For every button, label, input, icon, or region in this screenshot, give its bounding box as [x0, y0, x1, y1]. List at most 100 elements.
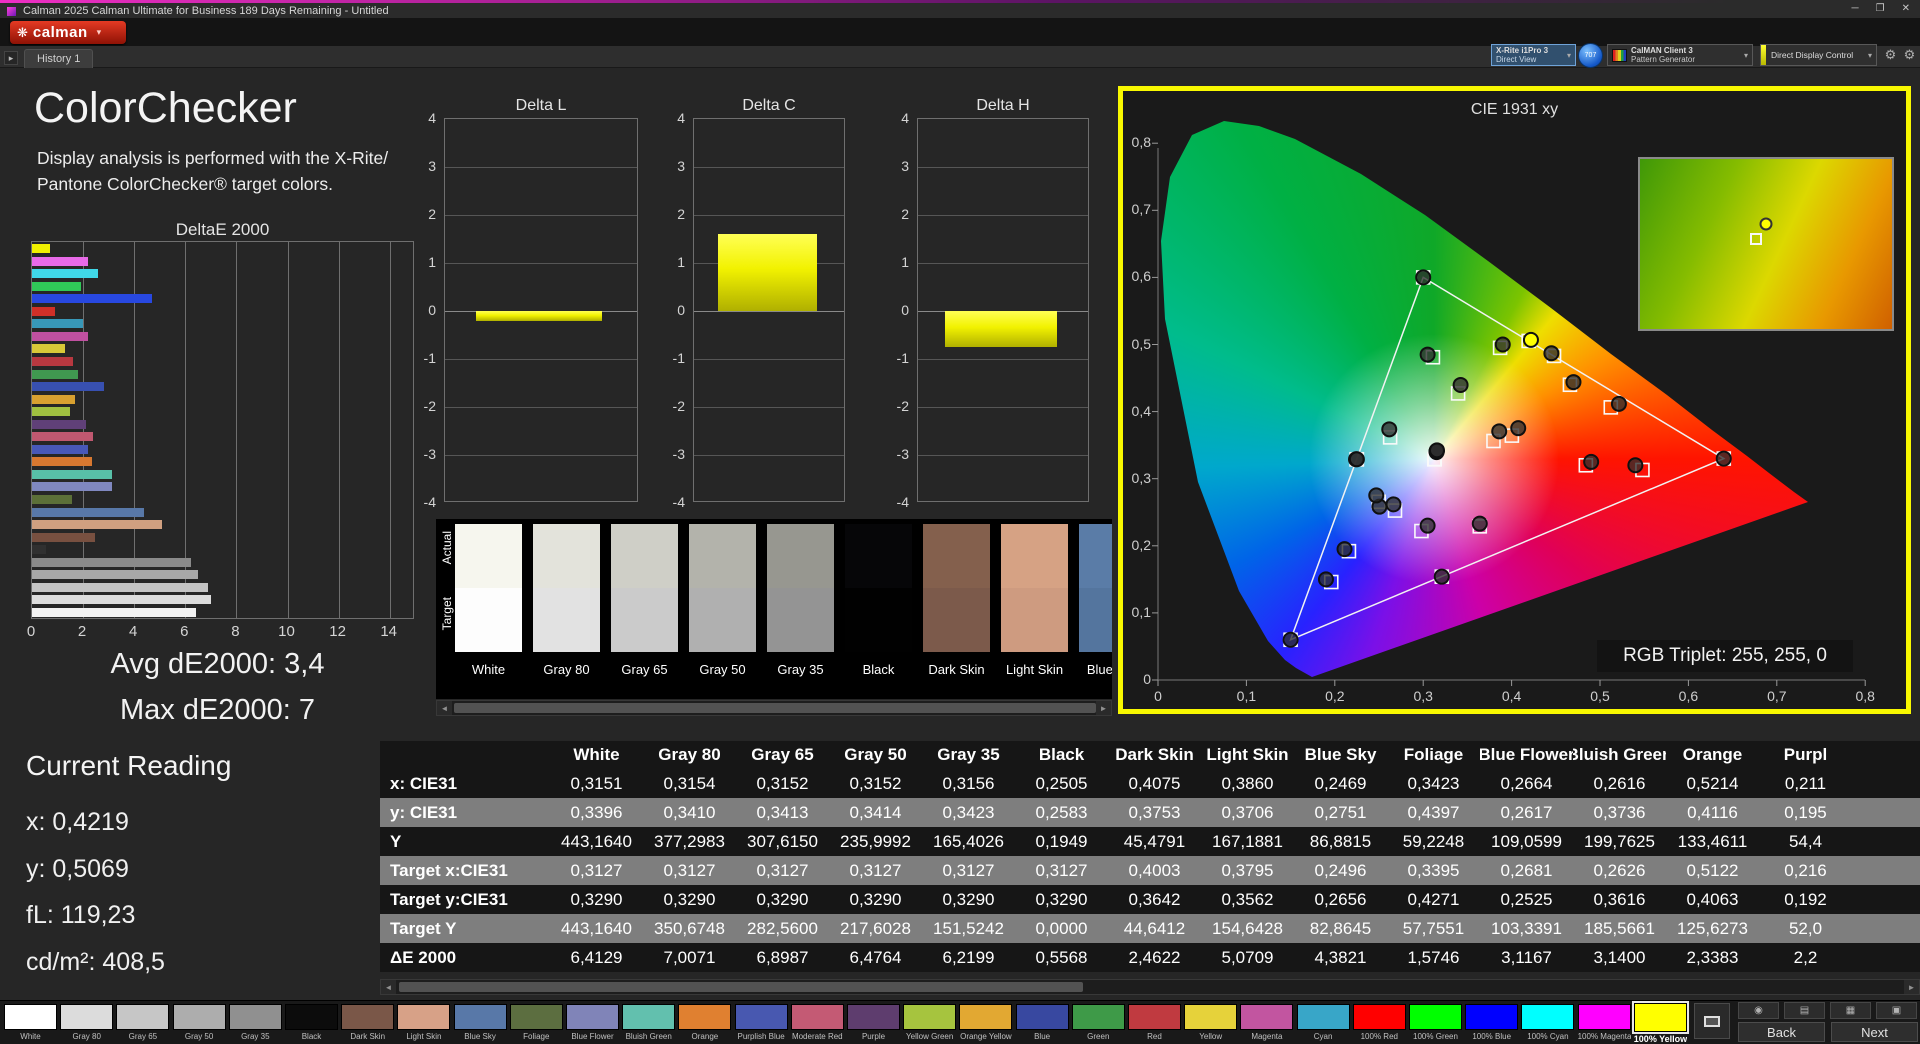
table-cell: 0,4003	[1128, 860, 1181, 880]
palette-swatch[interactable]: White	[4, 1003, 57, 1044]
deltae-x-axis-labels: 0 2 4 6 8 10 12 14	[27, 623, 414, 640]
palette-swatch[interactable]: Purplish Blue	[734, 1003, 788, 1044]
meter-status-icon[interactable]: 707	[1578, 43, 1603, 68]
display-control-select[interactable]: Direct Display Control ▾	[1760, 44, 1877, 66]
palette-swatch[interactable]: Purple	[847, 1003, 900, 1044]
back-button[interactable]: Back	[1738, 1022, 1825, 1042]
gridline	[694, 455, 844, 456]
capture-icon-button[interactable]: ◉	[1738, 1002, 1779, 1019]
swatch-strip-scrollbar[interactable]: ◄ ►	[436, 700, 1112, 716]
palette-swatch[interactable]: 100% Magenta	[1577, 1003, 1631, 1044]
axis-tick-label: -3	[423, 446, 436, 462]
axis-tick-label: 3	[677, 158, 685, 174]
meter-select[interactable]: X-Rite i1Pro 3 Direct View ▾	[1491, 44, 1576, 66]
palette-swatch[interactable]: Orange Yellow	[959, 1003, 1013, 1044]
table-cell: 0,3290	[1035, 889, 1088, 909]
column-header: Bluish Green	[1573, 745, 1666, 764]
table-scrollbar[interactable]: ◄ ►	[380, 979, 1920, 995]
palette-swatch[interactable]: 100% Cyan	[1521, 1003, 1575, 1044]
table-cell: 235,9992	[840, 831, 911, 851]
palette-swatch[interactable]: Orange	[678, 1003, 732, 1044]
palette-swatch[interactable]: Green	[1071, 1003, 1125, 1044]
preferences-gear-button[interactable]: ⚙	[1901, 46, 1918, 63]
palette-swatch[interactable]: Gray 65	[116, 1003, 170, 1044]
gridline	[338, 242, 340, 618]
palette-swatch[interactable]: Red	[1128, 1003, 1181, 1044]
scrollbar-thumb[interactable]	[454, 703, 1096, 713]
palette-swatch[interactable]: Foliage	[509, 1003, 563, 1044]
palette-swatch[interactable]: Gray 35	[228, 1003, 282, 1044]
palette-swatch-label: Yellow Green	[906, 1032, 954, 1041]
window-icon-button[interactable]: ▣	[1876, 1002, 1917, 1019]
deltae-bar	[32, 407, 71, 417]
maximize-button[interactable]: ❐	[1876, 4, 1885, 14]
deltae-bar	[32, 306, 55, 316]
close-button[interactable]: ✕	[1902, 4, 1910, 14]
palette-swatch-label: 100% Magenta	[1577, 1032, 1631, 1041]
palette-swatch[interactable]: Bluish Green	[622, 1003, 676, 1044]
palette-swatch[interactable]: Black	[285, 1003, 338, 1044]
scroll-right-icon[interactable]: ►	[1904, 980, 1919, 994]
table-cell: 45,4791	[1123, 831, 1186, 851]
gridline	[287, 242, 289, 618]
colorchecker-swatch: Gray 80	[533, 524, 600, 694]
cie-chart: CIE 1931 xy 0 0,1 0,2 0,3 0,4 0,5 0,6 0,7 0,8 0 0…	[1118, 86, 1911, 714]
next-button[interactable]: Next	[1831, 1022, 1918, 1042]
table-cell: 217,6028	[840, 918, 911, 938]
palette-swatch[interactable]: Gray 80	[60, 1003, 114, 1044]
swatch-label: Gray 35	[777, 662, 824, 677]
palette-swatch[interactable]: Dark Skin	[341, 1003, 395, 1044]
delta-h-y-axis-labels: 4 3 2 1 0 -1 -2 -3 -4	[881, 110, 909, 510]
table-cell: 307,6150	[747, 831, 818, 851]
palette-swatch[interactable]: 100% Red	[1352, 1003, 1406, 1044]
palette-swatch-label: Gray 80	[72, 1032, 101, 1041]
palette-swatch[interactable]: Gray 50	[172, 1003, 226, 1044]
delta-l-chart-title: Delta L	[515, 97, 567, 114]
scroll-right-icon[interactable]: ►	[1096, 701, 1111, 715]
palette-swatch-color	[622, 1004, 676, 1030]
colorchecker-swatch: Gray 50	[689, 524, 756, 694]
tab-nav-button[interactable]: ▸	[4, 51, 18, 65]
palette-swatch[interactable]: Blue Sky	[453, 1003, 507, 1044]
table-cell: 0,3290	[942, 889, 995, 909]
axis-tick-label: -3	[896, 446, 909, 462]
palette-swatch-label: Green	[1087, 1032, 1110, 1041]
palette-swatch[interactable]: Yellow	[1184, 1003, 1238, 1044]
grid-icon-button[interactable]: ▦	[1830, 1002, 1871, 1019]
palette-swatch[interactable]: Blue	[1015, 1003, 1069, 1044]
calman-logo-button[interactable]: ❋ calman ▾	[10, 21, 126, 44]
table-cell: 5,0709	[1221, 947, 1274, 967]
palette-swatch[interactable]: Moderate Red	[790, 1003, 844, 1044]
settings-gear-button[interactable]: ⚙	[1882, 46, 1899, 63]
table-cell: 2,3383	[1686, 947, 1739, 967]
report-icon-button[interactable]: ▤	[1784, 1002, 1825, 1019]
target-swatch	[689, 588, 756, 652]
table-cell: 165,4026	[933, 831, 1004, 851]
axis-tick-label: 0,5	[1590, 688, 1610, 704]
measured-point	[1543, 345, 1560, 362]
palette-swatch[interactable]: 100% Green	[1409, 1003, 1462, 1044]
axis-tick-label: 0	[901, 302, 909, 318]
palette-swatch[interactable]: Blue Flower	[566, 1003, 619, 1044]
measured-point	[1583, 453, 1600, 470]
actual-swatch	[1079, 524, 1112, 588]
measured-point	[1452, 376, 1469, 393]
palette-swatch[interactable]: 100% Yellow	[1631, 1001, 1689, 1044]
palette-swatch[interactable]: Light Skin	[397, 1003, 451, 1044]
row-label: y: CIE31	[390, 802, 458, 822]
display-control-label: Direct Display Control	[1771, 50, 1854, 60]
scroll-left-icon[interactable]: ◄	[381, 980, 396, 994]
scrollbar-thumb[interactable]	[399, 982, 1083, 992]
palette-swatch[interactable]: 100% Blue	[1465, 1003, 1519, 1044]
palette-swatch[interactable]: Yellow Green	[903, 1003, 957, 1044]
app-window: Calman 2025 Calman Ultimate for Business…	[0, 0, 1920, 1044]
minimize-button[interactable]: ─	[1852, 4, 1859, 14]
axis-tick-label: -4	[672, 494, 685, 510]
pattern-window-button[interactable]	[1694, 1003, 1730, 1039]
target-swatch	[767, 588, 834, 652]
palette-swatch[interactable]: Cyan	[1296, 1003, 1350, 1044]
tab-history-1[interactable]: History 1	[24, 49, 94, 68]
scroll-left-icon[interactable]: ◄	[437, 701, 452, 715]
pattern-generator-select[interactable]: CalMAN Client 3 Pattern Generator ▾	[1607, 44, 1753, 66]
palette-swatch[interactable]: Magenta	[1240, 1003, 1294, 1044]
